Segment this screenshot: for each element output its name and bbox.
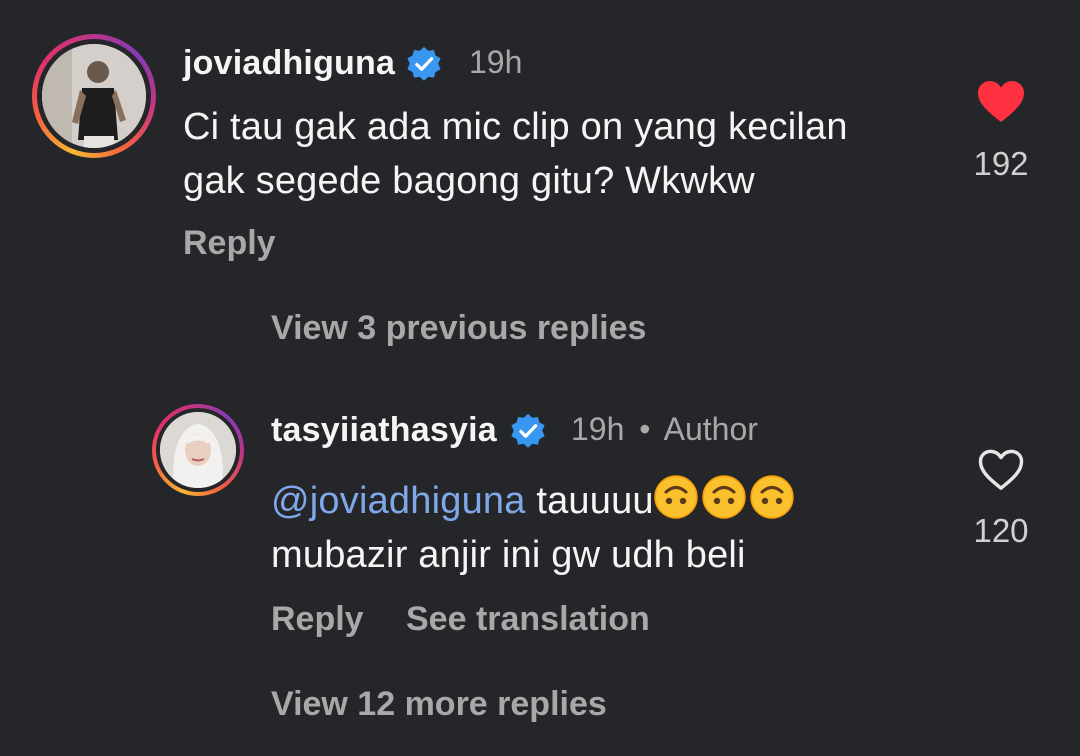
comment-text: @joviadhiguna tauuuu mubazir anjir ini g…	[271, 474, 951, 582]
upside-down-face-emoji-icon	[654, 475, 698, 519]
like-count: 192	[973, 145, 1029, 182]
comment-text-line: mubazir anjir ini gw udh beli	[271, 534, 746, 576]
avatar[interactable]	[32, 34, 156, 158]
upside-down-face-emoji-icon	[702, 475, 746, 519]
comment-text-line: gak segede bagong gitu? Wkwkw	[183, 160, 755, 202]
heart-outline-icon[interactable]	[978, 449, 1024, 491]
reply-button[interactable]: Reply	[183, 224, 276, 263]
mention-link[interactable]: @joviadhiguna	[271, 480, 526, 522]
author-label: Author	[663, 411, 758, 447]
verified-badge-icon	[407, 46, 441, 81]
comment-time: 19h • Author	[571, 411, 758, 448]
like-count: 120	[973, 512, 1029, 549]
avatar-photo-icon	[42, 44, 146, 148]
reply-button[interactable]: Reply	[271, 600, 364, 639]
comment-text-line: Ci tau gak ada mic clip on yang kecilan	[183, 106, 848, 148]
avatar-photo-icon	[160, 412, 236, 488]
comment-text-segment: tauuuu	[525, 480, 654, 522]
view-previous-replies-button[interactable]: View 3 previous replies	[271, 309, 646, 348]
comment-text: Ci tau gak ada mic clip on yang kecilan …	[183, 100, 953, 208]
heart-filled-icon[interactable]	[977, 80, 1025, 124]
comment-time-value: 19h	[571, 411, 625, 447]
comment-time: 19h	[469, 44, 523, 80]
view-more-replies-button[interactable]: View 12 more replies	[271, 685, 607, 724]
comment-username[interactable]: tasyiiathasyia	[271, 411, 497, 450]
see-translation-button[interactable]: See translation	[406, 600, 650, 639]
meta-separator: •	[639, 411, 651, 447]
avatar[interactable]	[152, 404, 244, 496]
upside-down-face-emoji-icon	[750, 475, 794, 519]
verified-badge-icon	[511, 413, 545, 448]
comment-username[interactable]: joviadhiguna	[183, 44, 395, 83]
